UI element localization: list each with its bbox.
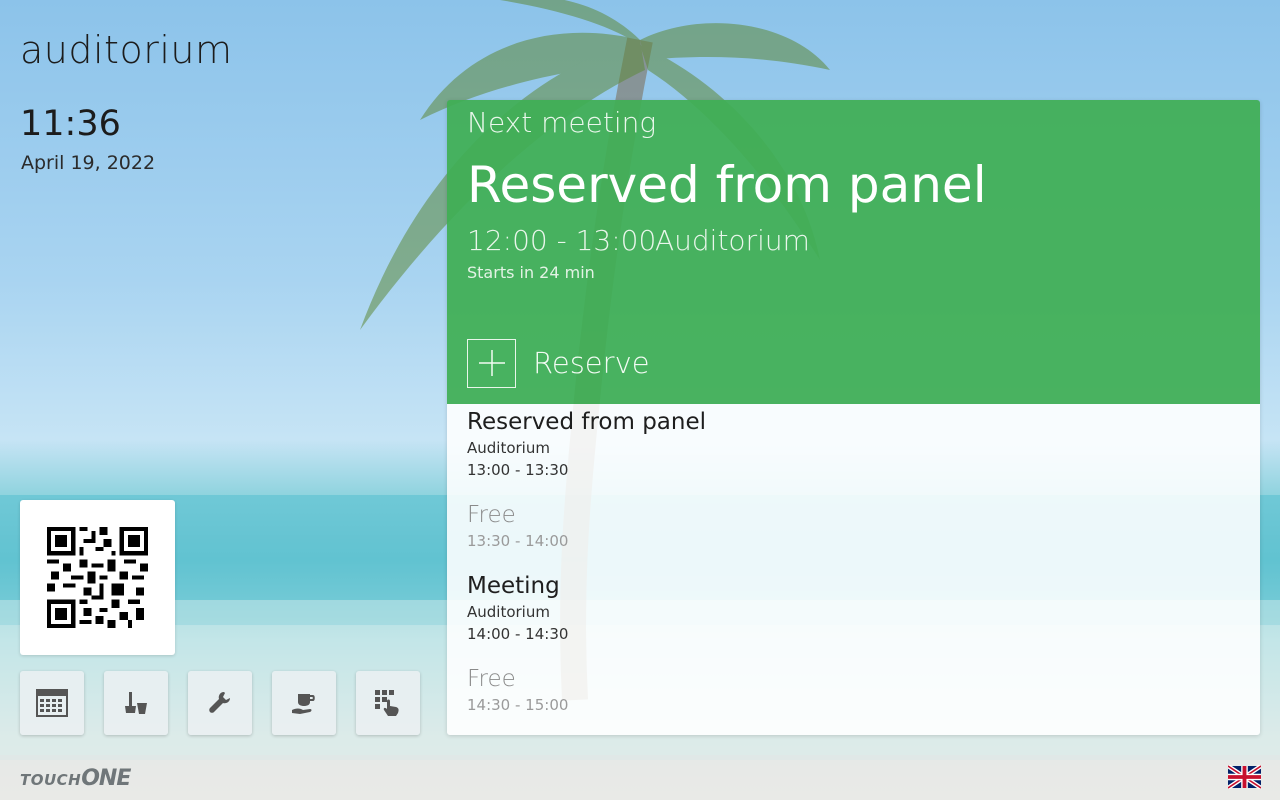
item-time: 14:30 - 15:00 bbox=[467, 696, 569, 714]
next-meeting-starts-in: Starts in 24 min bbox=[467, 263, 595, 282]
qr-code[interactable] bbox=[20, 500, 175, 655]
item-time: 14:00 - 14:30 bbox=[467, 625, 569, 643]
next-meeting-time: 12:00 - 13:00 bbox=[467, 224, 657, 257]
toolbar bbox=[20, 671, 420, 735]
schedule-list: Reserved from panel Auditorium 13:00 - 1… bbox=[447, 404, 1260, 735]
calendar-button[interactable] bbox=[20, 671, 84, 735]
item-time: 13:30 - 14:00 bbox=[467, 532, 569, 550]
wrench-icon bbox=[209, 692, 230, 713]
footer-bar bbox=[0, 755, 1280, 800]
maintenance-button[interactable] bbox=[188, 671, 252, 735]
brand-logo: TOUCHONE bbox=[20, 766, 131, 791]
item-title: Meeting bbox=[467, 573, 560, 599]
calendar-icon bbox=[36, 689, 68, 717]
current-date: April 19, 2022 bbox=[21, 152, 156, 174]
list-item[interactable]: Free 14:30 - 15:00 bbox=[467, 666, 568, 714]
touch-grid-icon bbox=[375, 690, 399, 716]
plus-icon bbox=[467, 338, 516, 388]
next-meeting-title: Reserved from panel bbox=[467, 156, 987, 214]
catering-button[interactable] bbox=[272, 671, 336, 735]
item-time: 13:00 - 13:30 bbox=[467, 461, 569, 479]
item-room: Auditorium bbox=[467, 439, 550, 457]
next-meeting-label: Next meeting bbox=[467, 106, 657, 139]
item-title: Free bbox=[467, 502, 516, 528]
cleaning-button[interactable] bbox=[104, 671, 168, 735]
reserve-label: Reserve bbox=[533, 346, 650, 380]
next-meeting-room: Auditorium bbox=[655, 224, 810, 257]
list-item[interactable]: Free 13:30 - 14:00 bbox=[467, 502, 568, 550]
list-item[interactable]: Reserved from panel Auditorium 13:00 - 1… bbox=[467, 409, 706, 479]
next-meeting-card: Next meeting Reserved from panel 12:00 -… bbox=[447, 100, 1260, 404]
brand-logo-part1: TOUCH bbox=[20, 771, 82, 789]
current-time: 11:36 bbox=[20, 104, 121, 144]
qr-code-icon bbox=[47, 527, 148, 628]
item-room: Auditorium bbox=[467, 603, 550, 621]
list-item[interactable]: Meeting Auditorium 14:00 - 14:30 bbox=[467, 573, 568, 643]
item-title: Reserved from panel bbox=[467, 409, 707, 435]
room-name: auditorium bbox=[20, 28, 233, 72]
item-title: Free bbox=[467, 666, 516, 692]
touch-grid-button[interactable] bbox=[356, 671, 420, 735]
catering-icon bbox=[292, 694, 315, 714]
meeting-panel: Next meeting Reserved from panel 12:00 -… bbox=[447, 100, 1260, 735]
reserve-button[interactable]: Reserve bbox=[467, 338, 650, 388]
cleaning-icon bbox=[125, 692, 147, 714]
brand-logo-part2: ONE bbox=[81, 766, 131, 791]
uk-flag-icon[interactable] bbox=[1228, 765, 1261, 789]
